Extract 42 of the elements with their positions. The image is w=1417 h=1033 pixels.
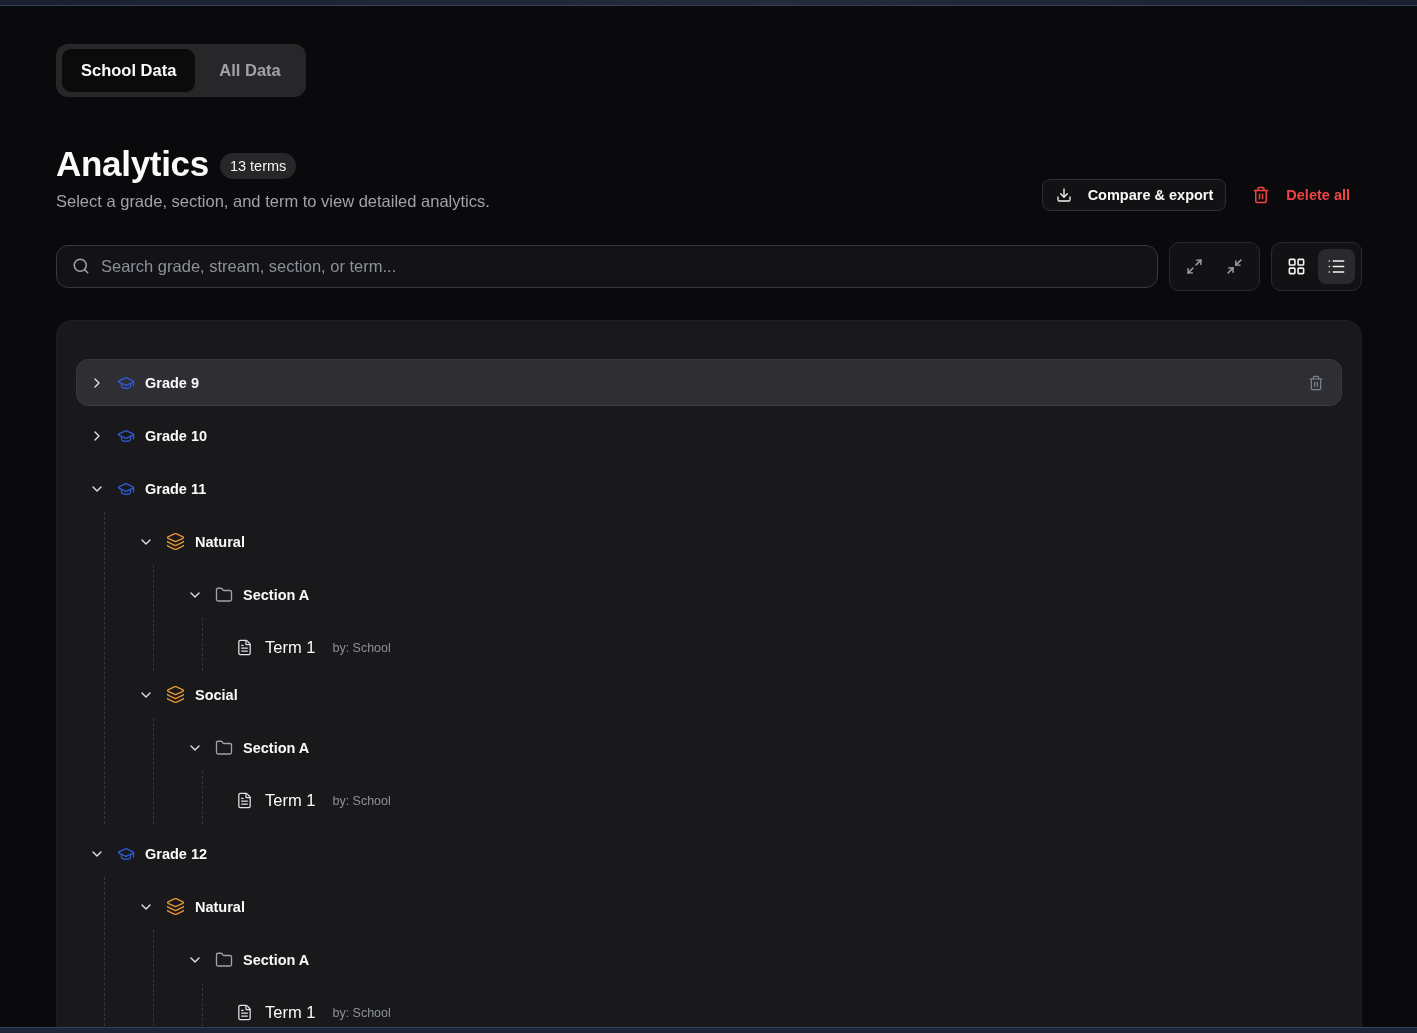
grade-label[interactable]: Grade 11: [145, 480, 207, 497]
author-text: by: School: [332, 793, 391, 808]
section-label[interactable]: Section A: [243, 586, 310, 603]
page-title: Analytics: [56, 143, 209, 185]
collapse-arrows-icon: [1226, 258, 1243, 276]
compare-export-button[interactable]: Compare & export: [1041, 179, 1227, 212]
mode-tab[interactable]: All Data: [200, 49, 300, 92]
grid-icon: [1287, 257, 1306, 277]
trash-icon[interactable]: [1308, 374, 1324, 391]
grade-label[interactable]: Grade 9: [145, 374, 199, 391]
author-text: by: School: [332, 1005, 391, 1020]
search-icon: [72, 257, 90, 276]
stream-label[interactable]: Social: [195, 686, 238, 703]
grade-label[interactable]: Grade 12: [145, 845, 208, 862]
highlighted-row[interactable]: Grade 9: [76, 359, 1342, 407]
section-label[interactable]: Section A: [243, 739, 310, 756]
folder-icon: [215, 738, 233, 757]
term-count-badge: 13 terms: [219, 152, 297, 179]
list-view-button[interactable]: [1318, 249, 1355, 285]
delete-all-button[interactable]: Delete all: [1240, 179, 1362, 212]
download-icon: [1055, 187, 1072, 204]
document-icon: [236, 1004, 253, 1022]
layers-icon: [166, 685, 185, 705]
expand-arrows-icon: [1186, 258, 1203, 276]
page-subtitle: Select a grade, section, and term to view detailed analytics.: [56, 191, 490, 212]
term-label[interactable]: Term 1: [265, 638, 316, 658]
term-label[interactable]: Term 1: [265, 1003, 316, 1023]
folder-icon: [215, 950, 233, 969]
grade-label[interactable]: Grade 10: [145, 427, 208, 444]
section-label[interactable]: Section A: [243, 951, 310, 968]
document-icon: [236, 639, 253, 657]
folder-icon: [215, 585, 233, 604]
layers-icon: [166, 897, 185, 917]
term-label[interactable]: Term 1: [265, 791, 316, 811]
author-text: by: School: [332, 640, 391, 655]
document-icon: [236, 792, 253, 810]
search-field[interactable]: Search grade, stream, section, or term...: [56, 245, 1158, 289]
stream-label[interactable]: Natural: [195, 533, 245, 550]
stream-label[interactable]: Natural: [195, 898, 245, 915]
mode-tab[interactable]: School Data: [62, 49, 196, 92]
trash-icon: [1252, 186, 1271, 205]
layers-icon: [166, 532, 185, 552]
